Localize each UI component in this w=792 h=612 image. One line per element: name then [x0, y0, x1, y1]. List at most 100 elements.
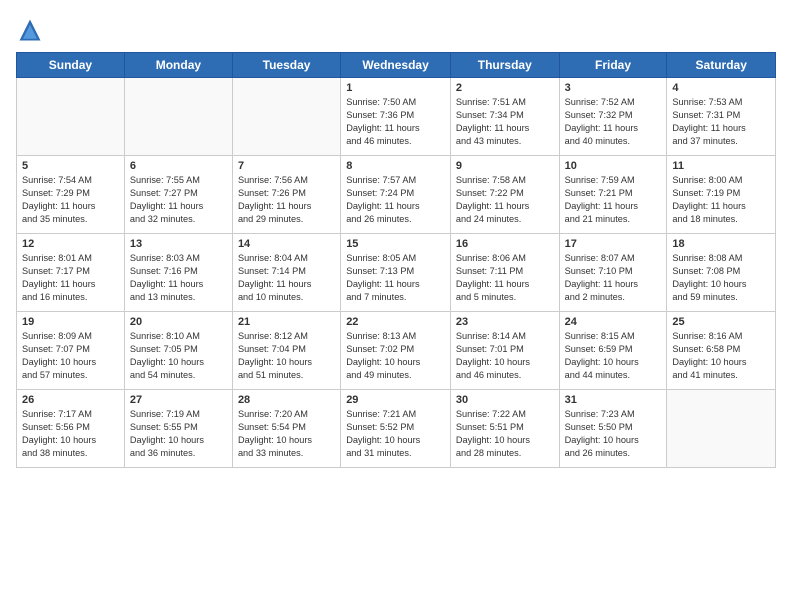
day-number: 12	[22, 238, 119, 250]
day-info: Sunrise: 8:09 AM Sunset: 7:07 PM Dayligh…	[22, 330, 119, 382]
day-info: Sunrise: 8:05 AM Sunset: 7:13 PM Dayligh…	[346, 252, 445, 304]
calendar-cell: 27 Sunrise: 7:19 AM Sunset: 5:55 PM Dayli…	[124, 390, 232, 468]
weekday-header-thursday: Thursday	[450, 53, 559, 78]
day-info: Sunrise: 7:52 AM Sunset: 7:32 PM Dayligh…	[565, 96, 662, 148]
day-number: 26	[22, 394, 119, 406]
calendar-cell: 14 Sunrise: 8:04 AM Sunset: 7:14 PM Dayli…	[232, 234, 340, 312]
day-info: Sunrise: 7:22 AM Sunset: 5:51 PM Dayligh…	[456, 408, 554, 460]
day-info: Sunrise: 8:10 AM Sunset: 7:05 PM Dayligh…	[130, 330, 227, 382]
day-info: Sunrise: 8:07 AM Sunset: 7:10 PM Dayligh…	[565, 252, 662, 304]
day-number: 8	[346, 160, 445, 172]
day-info: Sunrise: 7:21 AM Sunset: 5:52 PM Dayligh…	[346, 408, 445, 460]
calendar-cell: 20 Sunrise: 8:10 AM Sunset: 7:05 PM Dayli…	[124, 312, 232, 390]
day-number: 14	[238, 238, 335, 250]
calendar-cell: 13 Sunrise: 8:03 AM Sunset: 7:16 PM Dayli…	[124, 234, 232, 312]
day-info: Sunrise: 7:58 AM Sunset: 7:22 PM Dayligh…	[456, 174, 554, 226]
calendar-cell	[124, 78, 232, 156]
day-info: Sunrise: 7:20 AM Sunset: 5:54 PM Dayligh…	[238, 408, 335, 460]
calendar-cell: 16Sunrise: 8:06 AM Sunset: 7:11 PM Dayli…	[450, 234, 559, 312]
day-info: Sunrise: 8:15 AM Sunset: 6:59 PM Dayligh…	[565, 330, 662, 382]
calendar-cell	[17, 78, 125, 156]
calendar-cell: 28 Sunrise: 7:20 AM Sunset: 5:54 PM Dayli…	[232, 390, 340, 468]
calendar-cell: 9 Sunrise: 7:58 AM Sunset: 7:22 PM Daylig…	[450, 156, 559, 234]
calendar-cell	[232, 78, 340, 156]
calendar-cell: 5 Sunrise: 7:54 AM Sunset: 7:29 PM Daylig…	[17, 156, 125, 234]
calendar-cell: 12Sunrise: 8:01 AM Sunset: 7:17 PM Dayli…	[17, 234, 125, 312]
day-info: Sunrise: 8:06 AM Sunset: 7:11 PM Dayligh…	[456, 252, 554, 304]
day-number: 27	[130, 394, 227, 406]
day-info: Sunrise: 7:51 AM Sunset: 7:34 PM Dayligh…	[456, 96, 554, 148]
calendar-cell: 31 Sunrise: 7:23 AM Sunset: 5:50 PM Dayli…	[559, 390, 667, 468]
calendar-cell: 23Sunrise: 8:14 AM Sunset: 7:01 PM Dayli…	[450, 312, 559, 390]
day-info: Sunrise: 7:57 AM Sunset: 7:24 PM Dayligh…	[346, 174, 445, 226]
calendar-cell: 2 Sunrise: 7:51 AM Sunset: 7:34 PM Daylig…	[450, 78, 559, 156]
day-info: Sunrise: 8:13 AM Sunset: 7:02 PM Dayligh…	[346, 330, 445, 382]
day-info: Sunrise: 7:17 AM Sunset: 5:56 PM Dayligh…	[22, 408, 119, 460]
day-number: 31	[565, 394, 662, 406]
day-info: Sunrise: 8:04 AM Sunset: 7:14 PM Dayligh…	[238, 252, 335, 304]
calendar-week-row: 19 Sunrise: 8:09 AM Sunset: 7:07 PM Dayli…	[17, 312, 776, 390]
calendar-cell: 29Sunrise: 7:21 AM Sunset: 5:52 PM Dayli…	[341, 390, 451, 468]
day-number: 5	[22, 160, 119, 172]
logo	[16, 16, 48, 44]
day-info: Sunrise: 8:00 AM Sunset: 7:19 PM Dayligh…	[672, 174, 770, 226]
calendar-cell	[667, 390, 776, 468]
day-number: 3	[565, 82, 662, 94]
calendar-cell: 7 Sunrise: 7:56 AM Sunset: 7:26 PM Daylig…	[232, 156, 340, 234]
day-number: 17	[565, 238, 662, 250]
day-number: 11	[672, 160, 770, 172]
day-info: Sunrise: 8:12 AM Sunset: 7:04 PM Dayligh…	[238, 330, 335, 382]
weekday-header-friday: Friday	[559, 53, 667, 78]
calendar-cell: 26 Sunrise: 7:17 AM Sunset: 5:56 PM Dayli…	[17, 390, 125, 468]
day-number: 7	[238, 160, 335, 172]
logo-icon	[16, 16, 44, 44]
day-info: Sunrise: 7:54 AM Sunset: 7:29 PM Dayligh…	[22, 174, 119, 226]
weekday-header-sunday: Sunday	[17, 53, 125, 78]
day-number: 23	[456, 316, 554, 328]
day-number: 6	[130, 160, 227, 172]
day-number: 24	[565, 316, 662, 328]
header	[16, 16, 776, 44]
weekday-header-row: SundayMondayTuesdayWednesdayThursdayFrid…	[17, 53, 776, 78]
calendar-cell: 17 Sunrise: 8:07 AM Sunset: 7:10 PM Dayli…	[559, 234, 667, 312]
calendar-cell: 3 Sunrise: 7:52 AM Sunset: 7:32 PM Daylig…	[559, 78, 667, 156]
day-info: Sunrise: 8:08 AM Sunset: 7:08 PM Dayligh…	[672, 252, 770, 304]
weekday-header-tuesday: Tuesday	[232, 53, 340, 78]
day-number: 9	[456, 160, 554, 172]
calendar-table: SundayMondayTuesdayWednesdayThursdayFrid…	[16, 52, 776, 468]
calendar-week-row: 1Sunrise: 7:50 AM Sunset: 7:36 PM Daylig…	[17, 78, 776, 156]
calendar-week-row: 12Sunrise: 8:01 AM Sunset: 7:17 PM Dayli…	[17, 234, 776, 312]
day-number: 2	[456, 82, 554, 94]
day-number: 20	[130, 316, 227, 328]
day-number: 28	[238, 394, 335, 406]
day-info: Sunrise: 7:53 AM Sunset: 7:31 PM Dayligh…	[672, 96, 770, 148]
calendar-cell: 22Sunrise: 8:13 AM Sunset: 7:02 PM Dayli…	[341, 312, 451, 390]
day-number: 1	[346, 82, 445, 94]
day-number: 18	[672, 238, 770, 250]
day-number: 30	[456, 394, 554, 406]
day-number: 15	[346, 238, 445, 250]
day-number: 21	[238, 316, 335, 328]
calendar-cell: 25Sunrise: 8:16 AM Sunset: 6:58 PM Dayli…	[667, 312, 776, 390]
calendar-cell: 30 Sunrise: 7:22 AM Sunset: 5:51 PM Dayli…	[450, 390, 559, 468]
day-info: Sunrise: 7:23 AM Sunset: 5:50 PM Dayligh…	[565, 408, 662, 460]
day-number: 13	[130, 238, 227, 250]
calendar-cell: 15 Sunrise: 8:05 AM Sunset: 7:13 PM Dayli…	[341, 234, 451, 312]
calendar-cell: 4Sunrise: 7:53 AM Sunset: 7:31 PM Daylig…	[667, 78, 776, 156]
day-number: 19	[22, 316, 119, 328]
calendar-cell: 21 Sunrise: 8:12 AM Sunset: 7:04 PM Dayli…	[232, 312, 340, 390]
day-number: 25	[672, 316, 770, 328]
calendar-cell: 10Sunrise: 7:59 AM Sunset: 7:21 PM Dayli…	[559, 156, 667, 234]
calendar-cell: 18 Sunrise: 8:08 AM Sunset: 7:08 PM Dayli…	[667, 234, 776, 312]
day-info: Sunrise: 7:19 AM Sunset: 5:55 PM Dayligh…	[130, 408, 227, 460]
calendar-cell: 8 Sunrise: 7:57 AM Sunset: 7:24 PM Daylig…	[341, 156, 451, 234]
calendar-cell: 1Sunrise: 7:50 AM Sunset: 7:36 PM Daylig…	[341, 78, 451, 156]
weekday-header-saturday: Saturday	[667, 53, 776, 78]
day-info: Sunrise: 7:56 AM Sunset: 7:26 PM Dayligh…	[238, 174, 335, 226]
weekday-header-wednesday: Wednesday	[341, 53, 451, 78]
day-info: Sunrise: 8:03 AM Sunset: 7:16 PM Dayligh…	[130, 252, 227, 304]
day-info: Sunrise: 7:59 AM Sunset: 7:21 PM Dayligh…	[565, 174, 662, 226]
calendar-cell: 11 Sunrise: 8:00 AM Sunset: 7:19 PM Dayli…	[667, 156, 776, 234]
calendar-week-row: 26 Sunrise: 7:17 AM Sunset: 5:56 PM Dayli…	[17, 390, 776, 468]
day-info: Sunrise: 7:55 AM Sunset: 7:27 PM Dayligh…	[130, 174, 227, 226]
